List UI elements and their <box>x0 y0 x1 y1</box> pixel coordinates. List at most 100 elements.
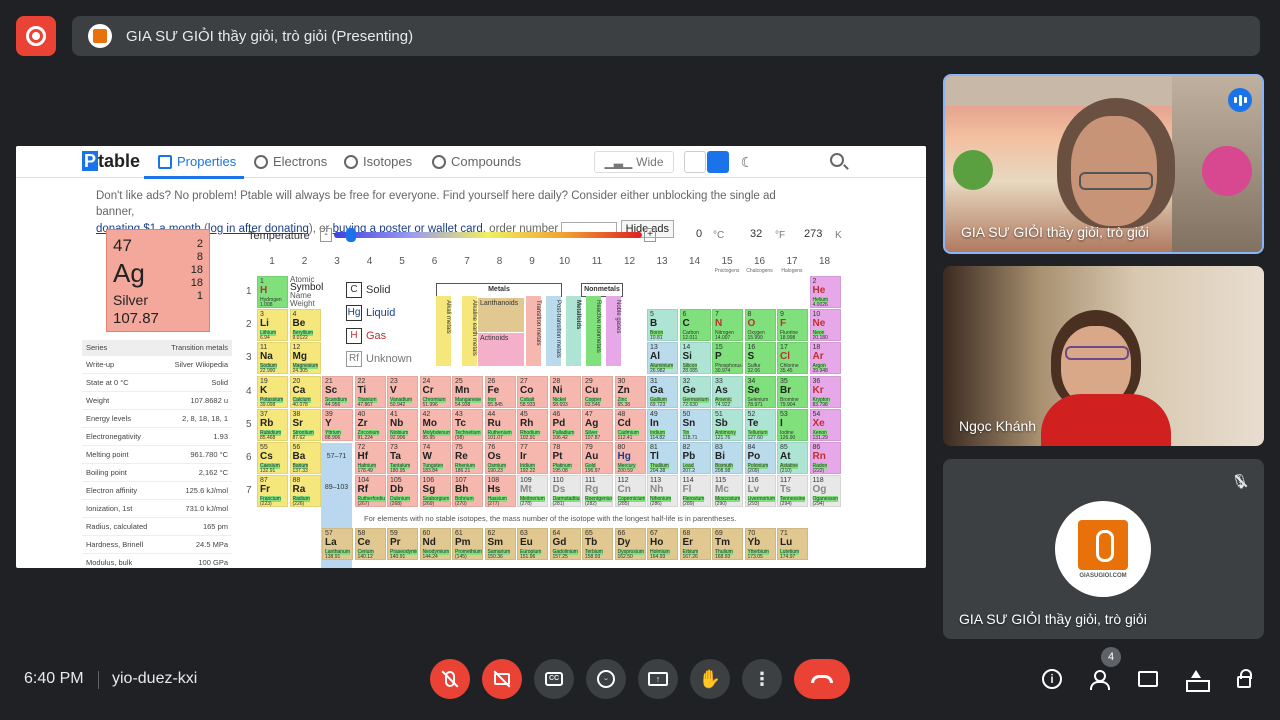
celsius-input[interactable]: 0 <box>696 228 702 240</box>
group-number[interactable]: 6 <box>419 256 451 267</box>
element-cell[interactable]: 59PrPraseodymium140.91 <box>387 528 418 560</box>
element-cell[interactable]: 114 Fl Flerovium (289) <box>679 475 711 508</box>
element-cell[interactable]: 53 I Iodine 126.90 <box>777 408 808 441</box>
element-cell[interactable]: 69 Tm Thulium 168.93 <box>712 528 743 560</box>
element-cell[interactable]: 25 Mn Manganese 54.938 <box>452 375 483 408</box>
element-cell[interactable]: 106 Sg Seaborgium (269) <box>419 475 451 508</box>
element-cell[interactable]: 4 Be Beryllium 9.0122 <box>289 309 321 342</box>
property-row[interactable]: Ionization, 1st 731.0 kJ/mol <box>82 500 232 518</box>
tab-properties[interactable]: Properties <box>143 154 245 179</box>
group-number[interactable]: 15 <box>711 256 743 267</box>
group-number[interactable]: 14 <box>679 256 711 267</box>
property-row[interactable]: Electron affinity 125.6 kJ/mol <box>82 482 232 500</box>
property-row[interactable]: Weight 107.8682 u <box>82 392 232 410</box>
element-cell[interactable]: 118 Og Oganesson (294) <box>809 475 841 508</box>
search-icon[interactable] <box>830 153 844 167</box>
group-number[interactable]: 8 <box>484 256 516 267</box>
property-row[interactable]: Melting point 961.780 °C <box>82 446 232 464</box>
recording-button[interactable] <box>16 16 56 56</box>
element-cell[interactable]: 109 Mt Meitnerium (278) <box>517 475 548 508</box>
participant-tile-self[interactable]: 🎙 GIASUGIOI.COM GIA SƯ GIỎI thầy giỏi, t… <box>943 459 1264 639</box>
element-cell[interactable]: 56 Ba Barium 137.33 <box>289 442 321 474</box>
element-cell[interactable]: 7 N Nitrogen 14.007 <box>712 309 743 342</box>
element-cell[interactable]: 57 La Lanthanum 138.91 <box>322 528 353 560</box>
temperature-decrease-button[interactable]: - <box>320 228 332 242</box>
element-cell[interactable]: 5 B Boron 10.81 <box>647 309 678 342</box>
element-cell[interactable]: 41 Nb Niobium 92.906 <box>387 408 418 441</box>
leave-call-button[interactable] <box>794 659 850 699</box>
element-cell[interactable]: 65 Tb Terbium 158.93 <box>582 528 613 560</box>
host-controls-button[interactable] <box>1232 667 1256 691</box>
element-cell[interactable]: 111 Rg Roentgenium (282) <box>582 475 613 508</box>
element-cell[interactable]: 2 He Helium 4.0026 <box>809 276 841 308</box>
element-cell[interactable]: 78 Pt Platinum 195.08 <box>549 442 581 474</box>
element-cell[interactable]: 40 Zr Zirconium 91.224 <box>354 408 386 441</box>
participant-tile-presenter[interactable]: GIA SƯ GIỎI thầy giỏi, trò giỏi <box>943 74 1264 254</box>
group-number[interactable]: 11 <box>581 256 613 267</box>
element-cell[interactable]: 73 Ta Tantalum 180.95 <box>387 442 418 474</box>
element-cell[interactable]: 116 Lv Livermorium (293) <box>744 475 776 508</box>
group-number[interactable]: 17 <box>776 256 808 267</box>
group-number[interactable]: 13 <box>646 256 678 267</box>
element-cell[interactable]: 67 Ho Holmium 164.93 <box>647 528 678 560</box>
group-number[interactable]: 1 <box>256 256 288 267</box>
element-cell[interactable]: 3 Li Lithium 6.94 <box>257 309 288 342</box>
chat-button[interactable] <box>1136 667 1160 691</box>
group-number[interactable]: 16 <box>744 256 776 267</box>
element-cell[interactable]: 22 Ti Titanium 47.867 <box>354 375 386 408</box>
wide-toggle-button[interactable]: ▁▃▁ Wide <box>594 151 674 173</box>
element-cell[interactable]: 10 Ne Neon 20.180 <box>809 309 841 342</box>
element-cell[interactable]: 80 Hg Mercury 200.59 <box>614 442 646 474</box>
property-row[interactable]: Modulus, bulk 100 GPa <box>82 554 232 568</box>
group-number[interactable]: 18 <box>809 256 841 267</box>
period-number[interactable]: 7 <box>246 485 252 496</box>
element-cell[interactable]: 70 Yb Ytterbium 173.05 <box>744 528 776 560</box>
element-cell[interactable]: 108 Hs Hassium (277) <box>484 475 516 508</box>
raise-hand-button[interactable]: ✋ <box>690 659 730 699</box>
element-cell[interactable]: 44 Ru Ruthenium 101.07 <box>484 408 516 441</box>
element-cell[interactable]: 64 Gd Gadolinium 157.25 <box>549 528 581 560</box>
ptable-logo[interactable]: Ptable <box>82 151 140 172</box>
tab-compounds[interactable]: Compounds <box>432 154 521 169</box>
dark-mode-icon[interactable]: ☾ <box>736 151 758 173</box>
element-cell[interactable]: 8 O Oxygen 15.999 <box>744 309 776 342</box>
element-cell[interactable]: 112 Cn Copernicium (285) <box>614 475 646 508</box>
element-cell[interactable]: 113 Nh Nihonium (286) <box>647 475 678 508</box>
captions-button[interactable]: CC <box>534 659 574 699</box>
element-cell[interactable]: 85 At Astatine (210) <box>777 442 808 474</box>
kelvin-input[interactable]: 273 <box>804 228 822 240</box>
group-number[interactable]: 5 <box>386 256 418 267</box>
element-cell[interactable]: 81 Tl Thallium 204.38 <box>647 442 678 474</box>
temperature-increase-button[interactable]: + <box>644 228 656 242</box>
element-cell[interactable]: 51 Sb Antimony 121.76 <box>712 408 743 441</box>
element-cell[interactable]: 87 Fr Francium (223) <box>257 475 288 508</box>
property-row[interactable]: State at 0 °C Solid <box>82 374 232 392</box>
element-cell[interactable]: 9 F Fluorine 18.998 <box>777 309 808 342</box>
reactions-button[interactable]: ᵕ <box>586 659 626 699</box>
element-cell[interactable]: 43 Tc Technetium (98) <box>452 408 483 441</box>
element-cell[interactable]: 71 Lu Lutetium 174.97 <box>777 528 808 560</box>
element-cell[interactable]: 27 Co Cobalt 58.933 <box>517 375 548 408</box>
element-cell[interactable]: 74 W Tungsten 183.84 <box>419 442 451 474</box>
people-button[interactable] <box>1088 667 1112 691</box>
element-cell[interactable]: 37 Rb Rubidium 85.468 <box>257 408 288 441</box>
element-cell[interactable]: 49 In Indium 114.82 <box>647 408 678 441</box>
present-button[interactable]: ↑ <box>638 659 678 699</box>
element-cell[interactable]: 50 Sn Tin 118.71 <box>679 408 711 441</box>
tab-electrons[interactable]: Electrons <box>254 154 327 169</box>
element-cell[interactable]: 52 Te Tellurium 127.60 <box>744 408 776 441</box>
element-cell[interactable]: 15 P Phosphorus 30.974 <box>712 342 743 375</box>
element-cell[interactable]: 30 Zn Zinc 65.38 <box>614 375 646 408</box>
element-cell[interactable]: 76 Os Osmium 190.23 <box>484 442 516 474</box>
tab-isotopes[interactable]: Isotopes <box>344 154 412 169</box>
element-cell[interactable]: 88 Ra Radium (226) <box>289 475 321 508</box>
element-cell[interactable]: 29 Cu Copper 63.546 <box>582 375 613 408</box>
property-row[interactable]: Radius, calculated 165 pm <box>82 518 232 536</box>
period-number[interactable]: 1 <box>246 286 252 297</box>
element-cell[interactable]: 35 Br Bromine 79.904 <box>777 375 808 408</box>
property-row[interactable]: Electronegativity 1.93 <box>82 428 232 446</box>
element-cell[interactable]: 14 Si Silicon 28.085 <box>679 342 711 375</box>
group-number[interactable]: 7 <box>451 256 483 267</box>
element-cell[interactable]: 83 Bi Bismuth 208.98 <box>712 442 743 474</box>
element-cell[interactable]: 86 Rn Radon (222) <box>809 442 841 474</box>
